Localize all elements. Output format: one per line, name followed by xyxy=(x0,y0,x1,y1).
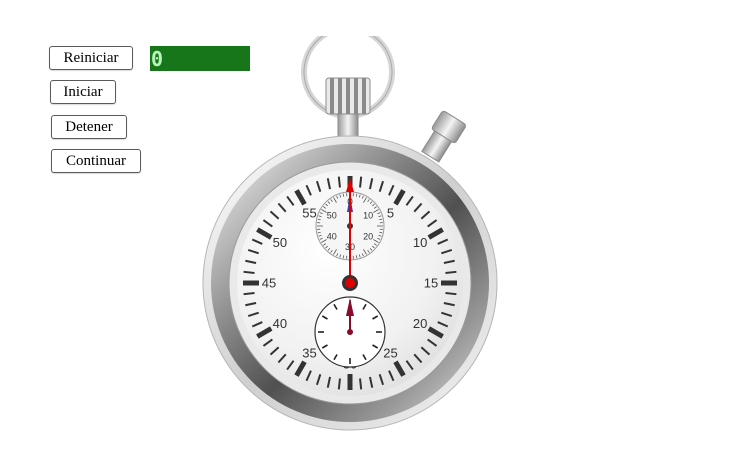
main-dial-label: 15 xyxy=(424,276,438,291)
main-dial-label: 20 xyxy=(413,316,427,331)
main-tick xyxy=(337,176,341,188)
minute-subdial-label: 10 xyxy=(363,211,373,221)
main-tick xyxy=(243,292,255,296)
side-pusher xyxy=(421,110,466,163)
main-tick xyxy=(445,292,457,296)
start-button[interactable]: Iniciar xyxy=(50,80,116,104)
main-tick xyxy=(445,270,457,274)
main-dial-label: 50 xyxy=(273,235,287,250)
minute-subdial-label: 20 xyxy=(363,232,373,242)
stop-button[interactable]: Detener xyxy=(51,115,127,139)
minute-subdial-label: 40 xyxy=(327,232,337,242)
stopwatch-graphic: 510152025303540455055 1020304050 0 xyxy=(202,36,498,431)
reset-button[interactable]: Reiniciar xyxy=(49,46,133,70)
main-tick xyxy=(337,378,341,390)
main-dial-label: 10 xyxy=(413,235,427,250)
main-dial-label: 25 xyxy=(383,346,397,361)
main-dial-label: 35 xyxy=(302,346,316,361)
continue-button[interactable]: Continuar xyxy=(51,149,141,173)
main-tick xyxy=(243,270,255,274)
main-dial-label: 45 xyxy=(262,276,276,291)
main-tick xyxy=(359,176,363,188)
main-dial-label: 55 xyxy=(302,205,316,220)
main-tick xyxy=(359,378,363,390)
main-dial-label: 40 xyxy=(273,316,287,331)
stopwatch: 510152025303540455055 1020304050 0 xyxy=(200,36,500,436)
crown-knob xyxy=(325,77,371,115)
minute-subdial-label: 50 xyxy=(327,211,337,221)
main-dial-label: 5 xyxy=(387,205,394,220)
